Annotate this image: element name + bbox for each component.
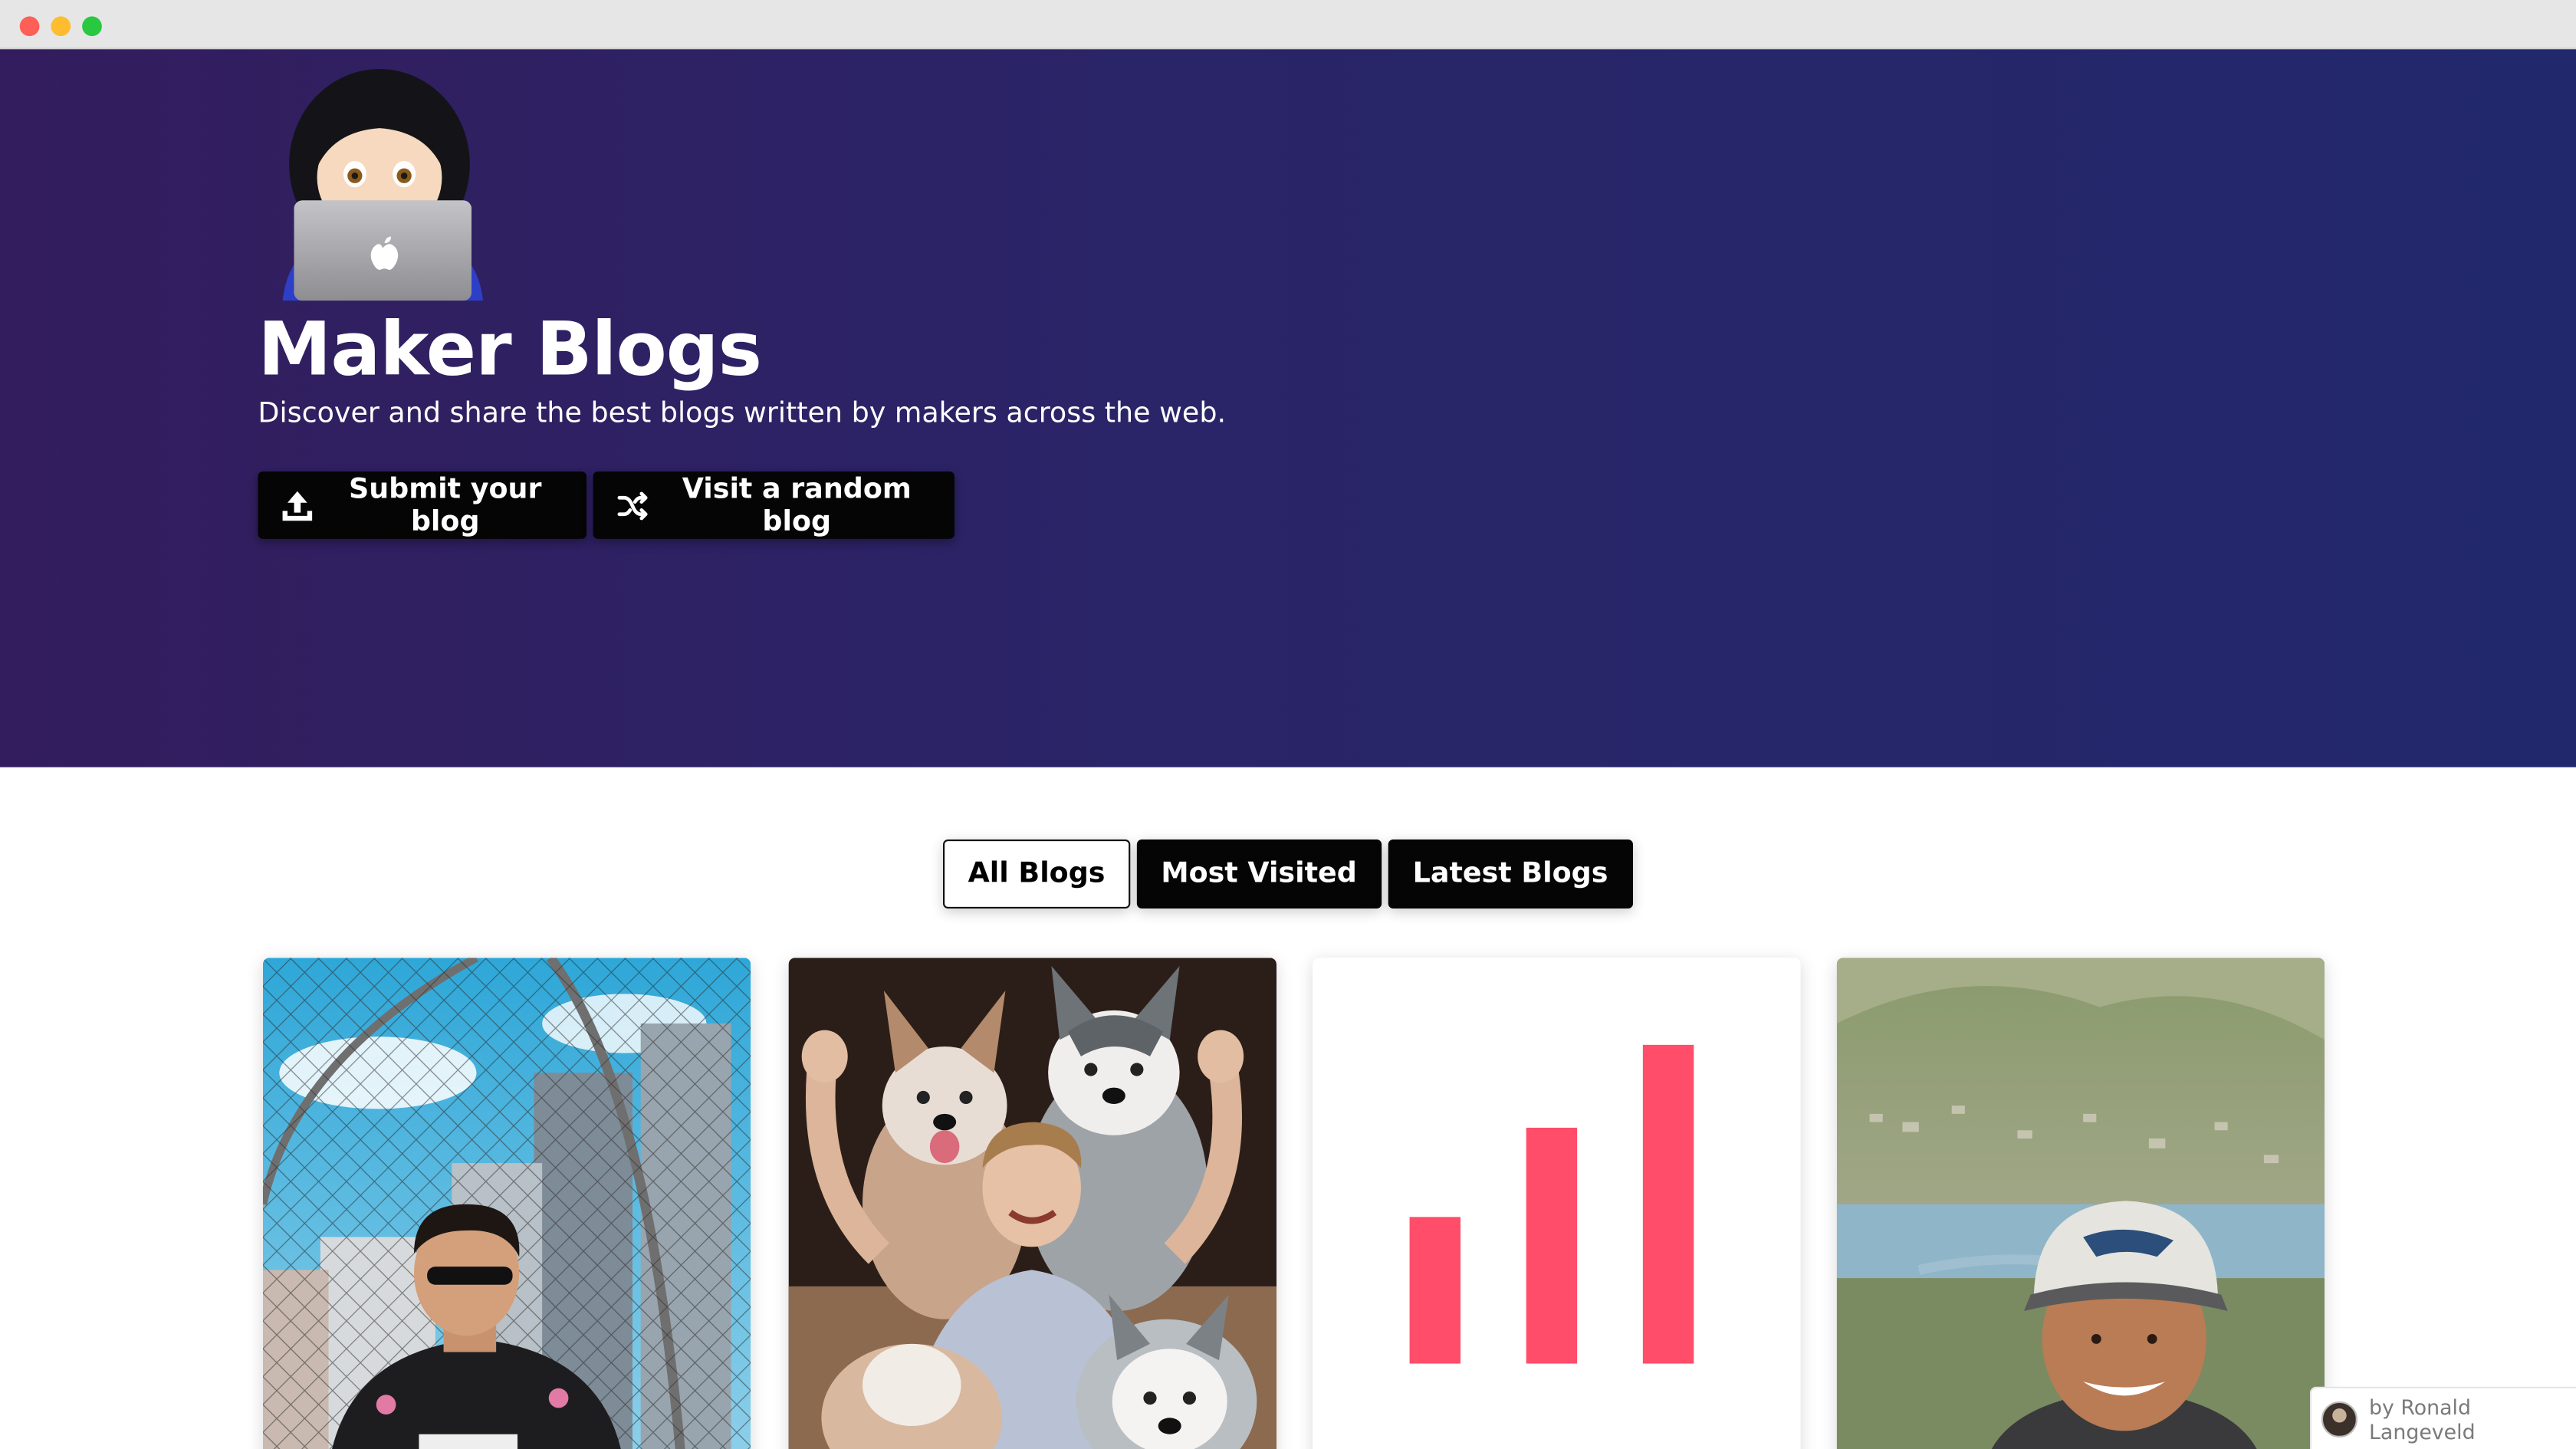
random-blog-label: Visit a random blog — [682, 472, 912, 538]
random-blog-button[interactable]: Visit a random blog — [593, 472, 955, 539]
blog-card[interactable] — [788, 958, 1276, 1449]
blog-card[interactable] — [1836, 958, 2325, 1449]
hero-section: Maker Blogs Discover and share the best … — [0, 49, 2576, 767]
tab-latest-blogs[interactable]: Latest Blogs — [1388, 840, 1633, 909]
blog-card[interactable] — [1313, 958, 1801, 1449]
author-credit-badge[interactable]: by Ronald Langeveld — [2309, 1386, 2576, 1449]
page-subtitle: Discover and share the best blogs writte… — [258, 397, 1227, 431]
blog-card-image — [788, 958, 1276, 1449]
tab-most-visited[interactable]: Most Visited — [1136, 840, 1382, 909]
avatar — [2321, 1400, 2358, 1437]
window-titlebar — [0, 0, 2576, 50]
maximize-window-button[interactable] — [82, 16, 102, 37]
shuffle-icon — [616, 489, 649, 522]
blog-card-image — [1836, 958, 2325, 1449]
minimize-window-button[interactable] — [51, 16, 71, 37]
logo-bar — [1642, 1044, 1694, 1364]
tab-all-blogs[interactable]: All Blogs — [943, 840, 1130, 909]
logo-bar — [1526, 1127, 1578, 1364]
upload-icon — [281, 489, 314, 522]
page-title: Maker Blogs — [258, 305, 762, 393]
woman-technologist-emoji — [276, 62, 490, 301]
blog-card-image — [262, 958, 751, 1449]
blog-filter-tabs: All Blogs Most Visited Latest Blogs — [0, 840, 2576, 909]
bar-chart-logo — [1409, 1044, 1694, 1364]
author-credit-text: by Ronald Langeveld — [2369, 1394, 2476, 1444]
submit-blog-label: Submit your blog — [348, 472, 542, 538]
blog-card[interactable] — [262, 958, 751, 1449]
browser-window: Maker Blogs Discover and share the best … — [0, 0, 2576, 1449]
close-window-button[interactable] — [19, 16, 40, 37]
logo-bar — [1409, 1217, 1460, 1364]
submit-blog-button[interactable]: Submit your blog — [258, 472, 586, 539]
